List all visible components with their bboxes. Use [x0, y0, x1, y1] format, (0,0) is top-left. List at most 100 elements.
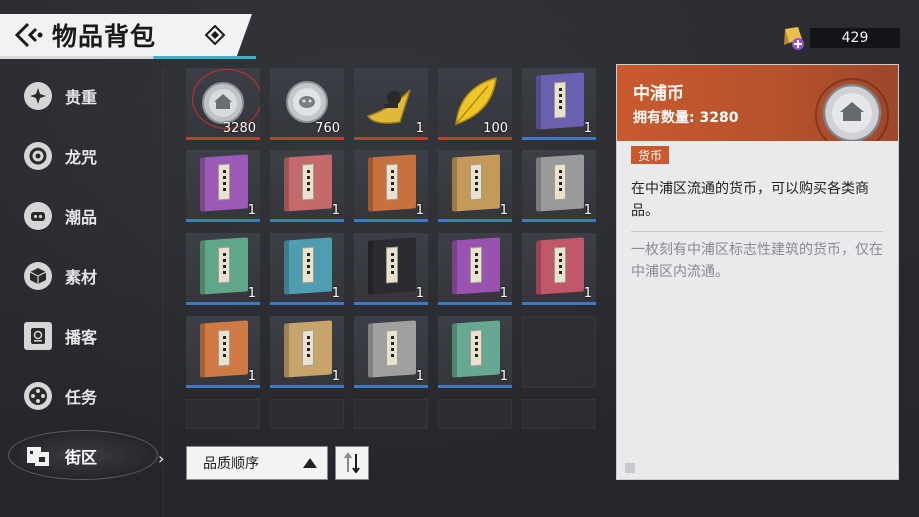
- sidebar: 贵重 龙咒 潮品 素材 播客 任务 街区: [0, 68, 163, 517]
- item-quantity: 1: [415, 286, 424, 301]
- inventory-slot[interactable]: 1: [354, 150, 428, 222]
- rarity-bar: [522, 219, 596, 222]
- item-quantity: 1: [583, 203, 592, 218]
- item-quantity: 1: [415, 203, 424, 218]
- rarity-bar: [438, 219, 512, 222]
- film-reel-icon: [24, 382, 52, 410]
- inventory-slot[interactable]: 1: [354, 233, 428, 305]
- inventory-slot[interactable]: 1: [438, 150, 512, 222]
- inventory-slot[interactable]: 1: [270, 150, 344, 222]
- rarity-bar: [354, 219, 428, 222]
- item-count-value: 3280: [699, 110, 739, 126]
- rarity-bar: [186, 385, 260, 388]
- item-quantity: 1: [247, 203, 256, 218]
- rarity-bar: [354, 302, 428, 305]
- item-quantity: 1: [583, 286, 592, 301]
- book-icon: [452, 154, 500, 212]
- rarity-bar: [270, 385, 344, 388]
- sidebar-item-label: 任务: [65, 388, 98, 407]
- sort-order-select[interactable]: 品质顺序: [186, 446, 328, 480]
- inventory-slot[interactable]: 1: [354, 68, 428, 140]
- item-count: 拥有数量: 3280: [633, 107, 738, 127]
- sort-arrows-icon: [344, 452, 360, 474]
- sort-direction-button[interactable]: [335, 446, 369, 480]
- sidebar-item-fashion[interactable]: 潮品: [20, 196, 160, 236]
- footer-mark: [625, 463, 635, 473]
- item-quantity: 1: [499, 203, 508, 218]
- sort-order-label: 品质顺序: [203, 456, 259, 472]
- inventory-slot-empty: [438, 399, 512, 429]
- inventory-slot-empty: [186, 399, 260, 429]
- sidebar-item-street[interactable]: 街区: [20, 436, 160, 476]
- item-quantity: 1: [331, 203, 340, 218]
- sidebar-item-label: 播客: [65, 328, 98, 347]
- cube-icon: [24, 262, 52, 290]
- book-icon: [284, 320, 332, 378]
- book-icon: [368, 237, 416, 295]
- item-quantity: 1: [415, 369, 424, 384]
- gem-icon: [784, 27, 804, 50]
- inventory-slot[interactable]: 1: [522, 68, 596, 140]
- sidebar-item-materials[interactable]: 素材: [20, 256, 160, 296]
- rarity-bar: [270, 137, 344, 140]
- sidebar-item-label: 街区: [65, 448, 98, 467]
- rarity-bar: [522, 137, 596, 140]
- item-lore: 一枚刻有中浦区标志性建筑的货币，仅在中浦区内流通。: [631, 242, 883, 280]
- back-arrow-icon: [14, 22, 43, 48]
- book-icon: [536, 154, 584, 212]
- item-quantity: 1: [331, 369, 340, 384]
- inventory-slot[interactable]: 760: [270, 68, 344, 140]
- item-quantity: 1: [499, 286, 508, 301]
- item-quantity: 1: [415, 121, 424, 136]
- sparkle-icon: [24, 82, 52, 110]
- zhongpu-coin-icon: [815, 78, 889, 141]
- page-title: 物品背包: [52, 22, 157, 51]
- item-quantity: 3280: [222, 121, 256, 136]
- inventory-slot[interactable]: 1: [270, 233, 344, 305]
- book-icon: [536, 237, 584, 295]
- back-button[interactable]: [12, 18, 46, 52]
- inventory-slot[interactable]: 3280: [186, 68, 260, 140]
- sidebar-item-podcast[interactable]: 播客: [20, 316, 160, 356]
- inventory-slot[interactable]: 1: [354, 316, 428, 388]
- rarity-bar: [270, 302, 344, 305]
- inventory-slot-empty: [270, 399, 344, 429]
- item-quantity: 100: [483, 121, 508, 136]
- book-icon: [200, 237, 248, 295]
- sidebar-item-precious[interactable]: 贵重: [20, 76, 160, 116]
- rarity-bar: [270, 219, 344, 222]
- street-icon: [24, 442, 52, 470]
- rarity-bar: [186, 137, 260, 140]
- inventory-slot[interactable]: 100: [438, 68, 512, 140]
- item-description: 在中浦区流通的货币，可以购买各类商品。: [631, 181, 869, 219]
- item-category-tag: 货币: [631, 146, 670, 164]
- detail-header: 中浦币 拥有数量: 3280: [617, 65, 898, 141]
- sidebar-item-dragon-curse[interactable]: 龙咒: [20, 136, 160, 176]
- currency-display[interactable]: 429: [780, 25, 900, 51]
- item-quantity: 1: [331, 286, 340, 301]
- inventory-slot[interactable]: 1: [270, 316, 344, 388]
- item-count-label: 拥有数量:: [633, 110, 695, 126]
- item-quantity: 760: [315, 121, 340, 136]
- inventory-slot[interactable]: 1: [438, 233, 512, 305]
- sidebar-item-tasks[interactable]: 任务: [20, 376, 160, 416]
- item-quantity: 1: [247, 369, 256, 384]
- currency-amount: 429: [810, 28, 900, 48]
- sidebar-item-label: 素材: [65, 268, 98, 287]
- book-icon: [284, 154, 332, 212]
- rarity-bar: [354, 137, 428, 140]
- inventory-slot[interactable]: 1: [186, 233, 260, 305]
- title-underline: [0, 56, 256, 59]
- inventory-slot[interactable]: 1: [438, 316, 512, 388]
- book-icon: [368, 320, 416, 378]
- sidebar-item-label: 贵重: [65, 88, 98, 107]
- inventory-slot[interactable]: 1: [186, 150, 260, 222]
- inventory-slot[interactable]: 1: [522, 150, 596, 222]
- title-bar: 物品背包: [0, 14, 252, 56]
- radio-icon: [24, 322, 52, 350]
- inventory-slot[interactable]: 1: [186, 316, 260, 388]
- rarity-bar: [354, 385, 428, 388]
- item-name: 中浦币: [633, 84, 684, 104]
- inventory-slot[interactable]: 1: [522, 233, 596, 305]
- book-icon: [368, 154, 416, 212]
